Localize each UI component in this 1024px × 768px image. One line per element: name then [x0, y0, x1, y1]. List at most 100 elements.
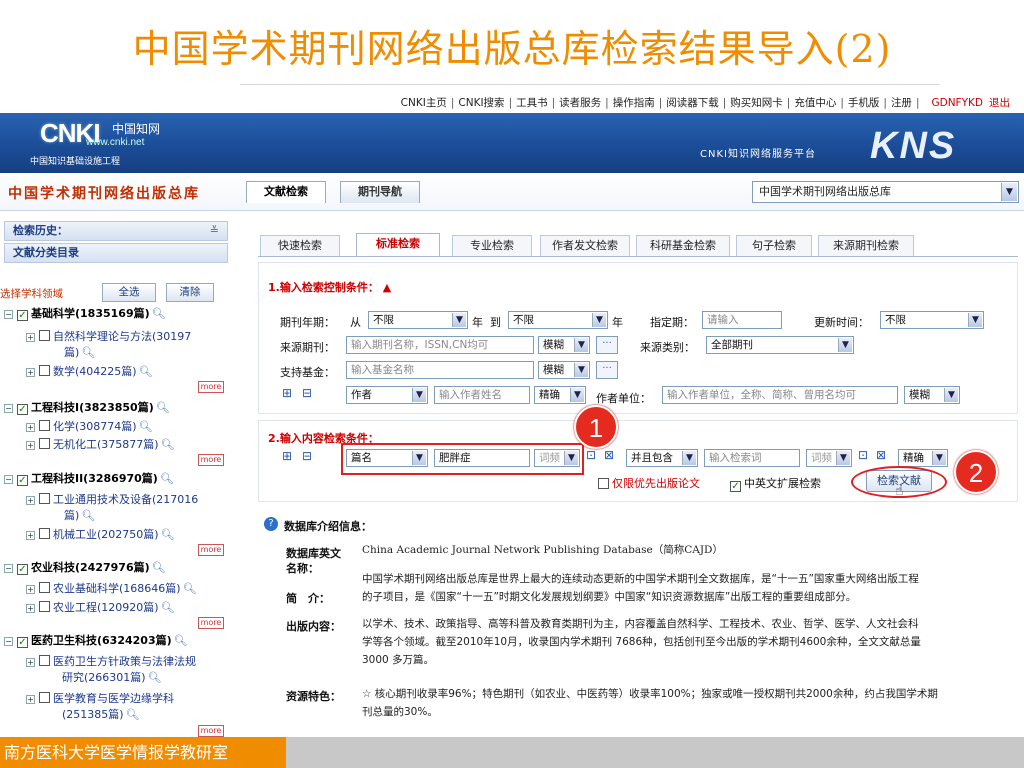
checkbox[interactable] — [39, 528, 50, 539]
source-match-select[interactable]: 模糊 ▼ — [538, 336, 590, 354]
magnifier-icon[interactable]: 🔍︎ — [152, 307, 166, 320]
expand-icon[interactable]: + — [26, 333, 35, 342]
fund-input[interactable]: 输入基金名称 — [346, 361, 534, 379]
author-field-select[interactable]: 作者 ▼ — [346, 386, 428, 404]
link-reader-service[interactable]: 读者服务 — [559, 97, 601, 109]
checkbox-checked[interactable]: ✓ — [17, 637, 28, 648]
select-all-button[interactable]: 全选 — [102, 283, 156, 302]
tree-item-general-tech[interactable]: + 工业通用技术及设备(217016 — [26, 492, 254, 507]
remove-row-icon[interactable]: ⊟ — [302, 386, 312, 400]
tab-quick-search[interactable]: 快速检索 — [260, 235, 340, 256]
checkbox[interactable] — [39, 438, 50, 449]
magnifier-icon[interactable]: 🔍︎ — [161, 601, 175, 614]
checkbox-checked[interactable]: ✓ — [730, 481, 741, 492]
link-buy-card[interactable]: 购买知网卡 — [730, 97, 783, 109]
year-to-select[interactable]: 不限 ▼ — [508, 311, 608, 329]
magnifier-icon[interactable]: 🔍︎ — [183, 582, 197, 595]
tree-item-agriculture[interactable]: − ✓ 农业科技(2427976篇) 🔍︎ — [4, 560, 232, 575]
magnifier-icon[interactable]: 🔍︎ — [126, 708, 140, 721]
expand-icon[interactable]: + — [26, 658, 35, 667]
more-button[interactable]: more — [198, 725, 224, 737]
expand-icon[interactable]: + — [26, 585, 35, 594]
checkbox[interactable] — [598, 478, 609, 489]
tree-item-basic-science[interactable]: − ✓ 基础科学(1835169篇) 🔍︎ — [4, 306, 232, 321]
tree-item-med-policy[interactable]: + 医药卫生方针政策与法律法规 — [26, 654, 254, 669]
more-options-button[interactable]: ··· — [596, 361, 618, 379]
author-match-select[interactable]: 精确 ▼ — [534, 386, 586, 404]
collapse-icon[interactable]: − — [4, 475, 13, 484]
expand-icon[interactable]: + — [26, 368, 35, 377]
tree-item-inorganic[interactable]: + 无机化工(375877篇) 🔍︎ — [26, 437, 254, 452]
link-register[interactable]: 注册 — [891, 97, 912, 109]
tab-standard-search[interactable]: 标准检索 — [356, 233, 440, 256]
tree-item-machinery[interactable]: + 机械工业(202750篇) 🔍︎ — [26, 527, 254, 542]
related-words-icon[interactable]: ⊠ — [876, 448, 886, 462]
more-button[interactable]: more — [198, 454, 224, 466]
expand-icon[interactable]: + — [26, 695, 35, 704]
tab-author-search[interactable]: 作者发文检索 — [540, 235, 630, 256]
checkbox-checked[interactable]: ✓ — [17, 404, 28, 415]
expand-icon[interactable]: + — [26, 604, 35, 613]
more-button[interactable]: more — [198, 617, 224, 629]
link-reader-download[interactable]: 阅读器下载 — [666, 97, 719, 109]
collapse-icon[interactable]: − — [4, 310, 13, 319]
tab-expert-search[interactable]: 专业检索 — [452, 235, 532, 256]
first-publish-option[interactable]: 仅限优先出版论文 — [598, 475, 700, 491]
checkbox[interactable] — [39, 655, 50, 666]
update-time-select[interactable]: 不限 ▼ — [880, 311, 984, 329]
checkbox[interactable] — [39, 692, 50, 703]
more-button[interactable]: more — [198, 381, 224, 393]
checkbox-checked[interactable]: ✓ — [17, 564, 28, 575]
source-journal-input[interactable]: 输入期刊名称，ISSN,CN均可 — [346, 336, 534, 354]
link-tools[interactable]: 工具书 — [516, 97, 548, 109]
collapse-chevron-icon[interactable]: ≚ — [210, 222, 219, 240]
tab-source-journal-search[interactable]: 来源期刊检索 — [818, 235, 914, 256]
logout-link[interactable]: 退出 — [989, 97, 1010, 109]
collapse-icon[interactable]: − — [4, 637, 13, 646]
collapse-icon[interactable]: − — [4, 404, 13, 413]
author-unit-input[interactable]: 输入作者单位，全称、简称、曾用名均可 — [662, 386, 898, 404]
checkbox[interactable] — [39, 330, 50, 341]
author-input[interactable]: 输入作者姓名 — [434, 386, 530, 404]
year-from-select[interactable]: 不限 ▼ — [368, 311, 468, 329]
magnifier-icon[interactable]: 🔍︎ — [148, 671, 162, 684]
magnifier-icon[interactable]: 🔍︎ — [160, 472, 174, 485]
tree-item-engineering-1[interactable]: − ✓ 工程科技I(3823850篇) 🔍︎ — [4, 400, 232, 415]
checkbox[interactable] — [39, 493, 50, 504]
tree-item-chemistry[interactable]: + 化学(308774篇) 🔍︎ — [26, 419, 254, 434]
add-row-icon[interactable]: ⊞ — [282, 386, 292, 400]
magnifier-icon[interactable]: 🔍︎ — [174, 634, 188, 647]
expand-icon[interactable]: + — [26, 496, 35, 505]
more-button[interactable]: more — [198, 544, 224, 556]
cn-en-option[interactable]: ✓ 中英文扩展检索 — [730, 475, 821, 492]
collapse-icon[interactable]: − — [4, 564, 13, 573]
magnifier-icon[interactable]: 🔍︎ — [161, 528, 175, 541]
checkbox[interactable] — [39, 365, 50, 376]
checkbox[interactable] — [39, 582, 50, 593]
collapse-up-icon[interactable]: ▲ — [383, 281, 391, 294]
magnifier-icon[interactable]: 🔍︎ — [139, 365, 153, 378]
link-mobile[interactable]: 手机版 — [848, 97, 880, 109]
tab-sentence-search[interactable]: 句子检索 — [736, 235, 812, 256]
match2-select[interactable]: 精确 ▼ — [898, 449, 948, 467]
tab-fund-search[interactable]: 科研基金检索 — [636, 235, 730, 256]
search-history-header[interactable]: 检索历史： ≚ — [4, 221, 228, 241]
magnifier-icon[interactable]: 🔍︎ — [139, 420, 153, 433]
unit-match-select[interactable]: 模糊 ▼ — [904, 386, 960, 404]
related-words-icon[interactable]: ⊠ — [604, 448, 614, 462]
checkbox[interactable] — [39, 420, 50, 431]
link-guide[interactable]: 操作指南 — [613, 97, 655, 109]
link-cnki-home[interactable]: CNKI主页 — [401, 97, 447, 109]
tree-item-math[interactable]: + 数学(404225篇) 🔍︎ — [26, 364, 254, 379]
tree-item-natural-theory[interactable]: + 自然科学理论与方法(30197 — [26, 329, 254, 344]
word-frequency-icon[interactable]: ⊡ — [586, 448, 596, 462]
link-recharge[interactable]: 充值中心 — [794, 97, 836, 109]
more-options-button[interactable]: ··· — [596, 336, 618, 354]
checkbox-checked[interactable]: ✓ — [17, 475, 28, 486]
tab-literature-search[interactable]: 文献检索 — [246, 181, 326, 203]
tree-item-engineering-2[interactable]: − ✓ 工程科技II(3286970篇) 🔍︎ — [4, 471, 232, 486]
add-row-icon[interactable]: ⊞ — [282, 449, 292, 463]
tree-item-agri-basic[interactable]: + 农业基础科学(168646篇) 🔍︎ — [26, 581, 254, 596]
logic-select[interactable]: 并且包含 ▼ — [626, 449, 698, 467]
fund-match-select[interactable]: 模糊 ▼ — [538, 361, 590, 379]
